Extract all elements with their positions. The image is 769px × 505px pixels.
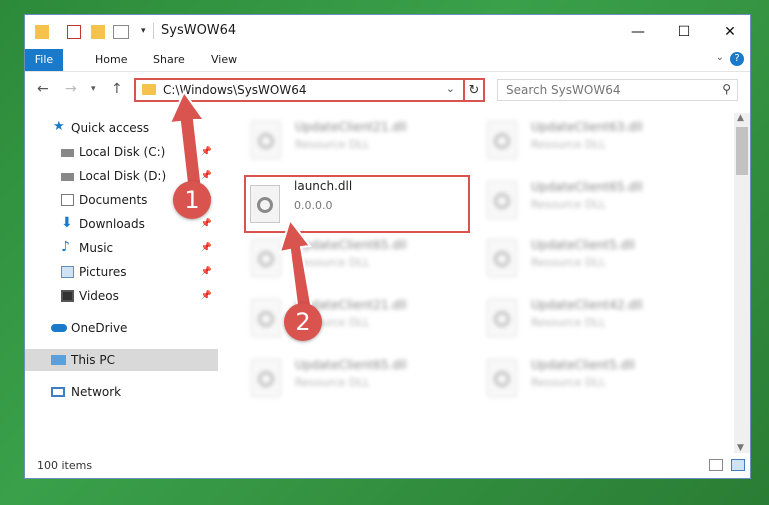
close-button[interactable]: ✕ [707,15,750,49]
cloud-icon [51,324,67,332]
file-item[interactable]: UpdateClient5.dll Resource DLL [481,355,681,403]
file-item[interactable]: UpdateClient65.dll Resource DLL [481,177,681,225]
properties-icon[interactable] [67,25,81,39]
search-box[interactable]: ⚲ [497,79,738,101]
vertical-scrollbar[interactable]: ▲ ▼ [734,113,750,453]
network-icon [51,387,65,397]
large-icons-view-icon[interactable] [731,459,745,471]
dll-file-icon [251,359,281,397]
back-arrow-icon[interactable]: ← [37,81,49,97]
file-item[interactable]: UpdateClient65.dll Resource DLL [245,235,445,283]
star-icon: ★ [53,119,65,134]
sidebar-item-videos[interactable]: Videos 📌 [25,285,218,307]
download-icon: ⬇ [61,215,73,231]
file-name: launch.dll [294,179,353,193]
scrollbar-thumb[interactable] [736,127,748,175]
file-explorer-window: ▾ SysWOW64 — ☐ ✕ File Home Share View ⌄ … [24,14,751,479]
drive-icon [61,173,74,181]
tab-home[interactable]: Home [85,49,137,71]
customize-toolbar-icon[interactable] [113,25,129,39]
dll-file-icon [487,181,517,219]
file-version: 0.0.0.0 [294,199,333,212]
file-item[interactable]: UpdateClient21.dll Resource DLL [245,295,445,343]
folder-icon [142,84,156,95]
computer-icon [51,355,66,365]
chevron-down-icon[interactable]: ⌄ [446,82,455,95]
recent-locations-icon[interactable]: ▾ [91,84,96,94]
videos-icon [61,290,74,302]
search-icon[interactable]: ⚲ [722,82,731,96]
forward-arrow-icon[interactable]: → [65,81,77,97]
pin-icon[interactable]: 📌 [201,285,212,307]
search-input[interactable] [498,80,716,100]
sidebar-item-network[interactable]: Network [25,381,218,403]
callout-badge-2: 2 [284,303,322,341]
sidebar-item-pictures[interactable]: Pictures 📌 [25,261,218,283]
pictures-icon [61,266,74,278]
scroll-down-icon[interactable]: ▼ [737,443,744,453]
pin-icon[interactable]: 📌 [201,213,212,235]
drive-icon [61,149,74,157]
navigation-bar: ← → ▾ ↑ C:\Windows\SysWOW64 ⌄ ↻ ⚲ [25,72,750,108]
file-item[interactable]: UpdateClient21.dll Resource DLL [245,117,445,165]
maximize-button[interactable]: ☐ [661,15,707,49]
dll-file-icon [251,121,281,159]
sidebar-item-music[interactable]: ♪ Music 📌 [25,237,218,259]
scroll-up-icon[interactable]: ▲ [737,113,744,123]
ribbon-tabs: File Home Share View ⌄ ? [25,49,750,72]
folder-icon [35,25,49,39]
tab-share[interactable]: Share [143,49,195,71]
title-divider [153,23,154,39]
dll-file-icon [487,239,517,277]
refresh-icon[interactable]: ↻ [463,78,485,102]
music-icon: ♪ [61,239,70,255]
minimize-button[interactable]: — [615,15,661,49]
help-button[interactable]: ? [730,52,744,66]
dll-file-icon [487,359,517,397]
documents-icon [61,194,74,206]
callout-badge-1: 1 [173,181,211,219]
sidebar-item-onedrive[interactable]: OneDrive [25,317,218,339]
status-bar: 100 items [25,454,750,478]
chevron-down-icon[interactable]: ▾ [141,26,146,36]
pin-icon[interactable]: 📌 [201,237,212,259]
file-item[interactable]: UpdateClient65.dll Resource DLL [245,355,445,403]
new-folder-icon[interactable] [91,25,105,39]
dll-file-icon [487,299,517,337]
file-item[interactable]: UpdateClient5.dll Resource DLL [481,235,681,283]
file-item[interactable]: UpdateClient42.dll Resource DLL [481,295,681,343]
window-title: SysWOW64 [161,23,237,38]
title-bar: ▾ SysWOW64 — ☐ ✕ [25,15,750,49]
details-view-icon[interactable] [709,459,723,471]
up-arrow-icon[interactable]: ↑ [111,81,123,97]
tab-view[interactable]: View [201,49,247,71]
pin-icon[interactable]: 📌 [201,261,212,283]
item-count: 100 items [37,459,93,472]
tab-file[interactable]: File [25,49,63,71]
dll-file-icon [487,121,517,159]
sidebar-item-this-pc[interactable]: This PC [25,349,218,371]
expand-ribbon-icon[interactable]: ⌄ [716,52,724,63]
file-item[interactable]: UpdateClient63.dll Resource DLL [481,117,681,165]
